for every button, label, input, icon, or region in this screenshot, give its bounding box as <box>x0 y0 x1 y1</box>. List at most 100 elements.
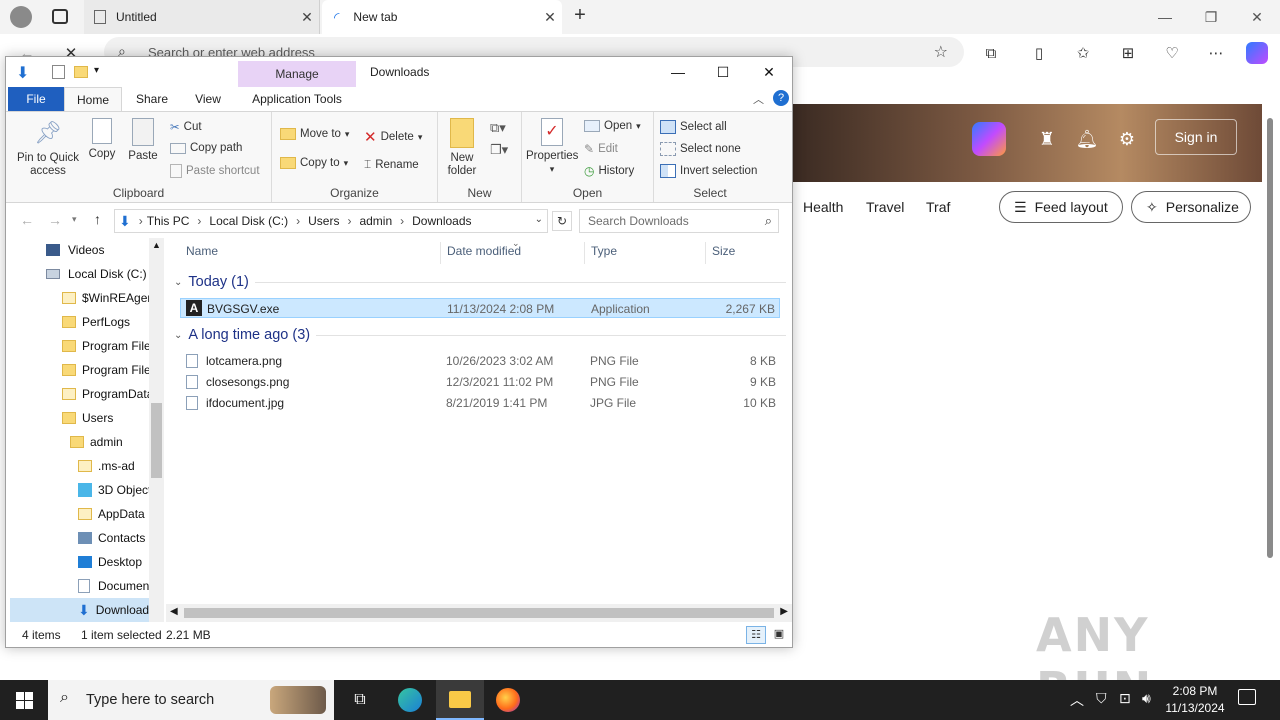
select-all-button[interactable]: Select all <box>660 120 727 134</box>
close-icon[interactable]: ✕ <box>538 9 562 26</box>
horizontal-scrollbar-thumb[interactable] <box>184 608 774 618</box>
file-row[interactable]: ifdocument.jpg 8/21/2019 1:41 PM JPG Fil… <box>180 393 780 413</box>
nav-link-health[interactable]: Health <box>803 199 843 215</box>
tab-file[interactable]: File <box>8 87 64 111</box>
help-icon[interactable]: ? <box>773 90 789 106</box>
tree-item-perflogs[interactable]: PerfLogs <box>62 310 130 334</box>
close-window-icon[interactable]: ✕ <box>746 59 792 85</box>
sign-in-button[interactable]: Sign in <box>1155 119 1237 155</box>
file-row[interactable]: closesongs.png 12/3/2021 11:02 PM PNG Fi… <box>180 372 780 392</box>
tree-item-programdata[interactable]: ProgramData <box>62 382 153 406</box>
page-scrollbar-thumb[interactable] <box>1267 118 1273 558</box>
crumb-local-disk[interactable]: Local Disk (C:) <box>209 214 288 228</box>
file-explorer-taskbar-button[interactable] <box>436 680 484 720</box>
notifications-icon[interactable]: 🔔︎ <box>1075 127 1099 151</box>
details-view-icon[interactable]: ☷ <box>746 626 766 644</box>
open-button[interactable]: Open ▾ <box>584 120 641 132</box>
large-icons-view-icon[interactable]: ▣ <box>770 626 788 644</box>
history-button[interactable]: ◷ History <box>584 164 634 178</box>
nav-pane-scrollbar[interactable]: ▲ <box>149 238 164 622</box>
taskbar-search-box[interactable]: ⌕ Type here to search <box>48 680 334 720</box>
tree-item-appdata[interactable]: AppData <box>78 502 145 526</box>
tree-item-admin[interactable]: admin <box>70 430 123 454</box>
forward-arrow-icon[interactable]: → <box>48 212 62 228</box>
tab-share[interactable]: Share <box>126 87 178 111</box>
invert-selection-button[interactable]: Invert selection <box>660 164 757 178</box>
feed-layout-button[interactable]: ☰ Feed layout <box>999 191 1123 223</box>
qat-dropdown-icon[interactable]: ▾ <box>94 65 99 76</box>
favorite-star-icon[interactable]: ☆ <box>934 42 948 62</box>
edit-button[interactable]: ✎ Edit <box>584 142 618 156</box>
tree-item-local-disk[interactable]: Local Disk (C:) <box>46 262 147 286</box>
tab-home[interactable]: Home <box>64 87 122 111</box>
favorites-icon[interactable]: ✩ <box>1072 42 1094 64</box>
system-clock[interactable]: 2:08 PM 11/13/2024 <box>1160 683 1230 717</box>
task-view-button[interactable]: ⧉ <box>336 680 384 720</box>
close-icon[interactable]: ✕ <box>295 9 319 26</box>
tree-item-winreagent[interactable]: $WinREAgent <box>62 286 157 310</box>
tree-item-ms-ad[interactable]: .ms-ad <box>78 454 135 478</box>
minimize-icon[interactable]: — <box>655 59 701 85</box>
crumb-this-pc[interactable]: This PC <box>147 214 190 228</box>
column-name[interactable]: Name <box>186 244 218 258</box>
minimize-icon[interactable]: — <box>1142 0 1188 34</box>
split-screen-icon[interactable]: ▯ <box>1028 42 1050 64</box>
collections-icon[interactable]: ⊞ <box>1117 42 1139 64</box>
pin-to-quick-access-button[interactable]: 📌︎ Pin to Quick access <box>12 118 84 178</box>
browser-essentials-icon[interactable]: ♡ <box>1161 42 1183 64</box>
column-type[interactable]: Type <box>591 244 617 258</box>
group-header-today[interactable]: ⌄ Today (1) <box>174 274 786 290</box>
more-menu-icon[interactable]: ⋯ <box>1205 42 1227 64</box>
tab-actions-icon[interactable] <box>52 9 68 24</box>
group-header-long-ago[interactable]: ⌄ A long time ago (3) <box>174 327 786 343</box>
tree-item-documents[interactable]: Documents <box>78 574 159 598</box>
tree-item-program-files[interactable]: Program Files <box>62 334 157 358</box>
new-folder-qat-icon[interactable] <box>74 66 88 78</box>
edge-taskbar-button[interactable] <box>386 680 434 720</box>
scroll-left-arrow-icon[interactable]: ◀ <box>170 606 178 617</box>
start-button[interactable] <box>0 680 48 720</box>
copilot-logo-icon[interactable] <box>972 122 1006 156</box>
show-hidden-icons-icon[interactable]: ︿ <box>1070 690 1084 710</box>
network-icon[interactable]: ⊡ <box>1119 690 1131 707</box>
page-scrollbar[interactable] <box>1262 104 1280 674</box>
tree-item-downloads[interactable]: ⬇ Downloads <box>10 598 155 622</box>
quick-access-download-icon[interactable]: ⬇ <box>16 63 29 83</box>
file-row[interactable]: A BVGSGV.exe 11/13/2024 2:08 PM Applicat… <box>180 298 780 318</box>
nav-pane-scrollbar-thumb[interactable] <box>151 403 162 478</box>
crumb-downloads[interactable]: Downloads <box>412 214 471 228</box>
paste-button[interactable]: Paste <box>124 118 162 163</box>
cut-button[interactable]: ✂ Cut <box>170 120 202 134</box>
delete-button[interactable]: ✕ Delete ▾ <box>364 128 422 146</box>
column-size[interactable]: Size <box>712 244 735 258</box>
volume-icon[interactable]: 🔊︎ <box>1142 690 1151 707</box>
scroll-right-arrow-icon[interactable]: ▶ <box>780 606 788 617</box>
crumb-users[interactable]: Users <box>308 214 339 228</box>
nav-link-traffic[interactable]: Traf <box>926 199 950 215</box>
copilot-icon[interactable] <box>1246 42 1268 64</box>
tree-item-3d-objects[interactable]: 3D Objects <box>78 478 157 502</box>
extensions-icon[interactable]: ⧉ <box>980 42 1002 64</box>
address-dropdown-icon[interactable]: ⌄ <box>535 214 543 225</box>
select-none-button[interactable]: Select none <box>660 142 741 156</box>
maximize-icon[interactable]: ☐ <box>700 59 746 85</box>
file-row[interactable]: lotcamera.png 10/26/2023 3:02 AM PNG Fil… <box>180 351 780 371</box>
properties-qat-icon[interactable] <box>52 65 65 79</box>
tab-new-tab[interactable]: ◜ New tab ✕ <box>322 0 562 34</box>
new-item-icon[interactable]: ⧉▾ <box>490 120 506 136</box>
restore-icon[interactable]: ❐ <box>1188 0 1234 34</box>
paste-shortcut-button[interactable]: Paste shortcut <box>170 164 260 178</box>
tree-item-videos[interactable]: Videos <box>46 238 104 262</box>
tree-item-program-files-x86[interactable]: Program Files <box>62 358 157 382</box>
rewards-icon[interactable]: ♜ <box>1035 127 1059 151</box>
column-date-modified[interactable]: Date modified <box>447 244 521 258</box>
notifications-icon[interactable] <box>1238 689 1256 705</box>
tree-item-desktop[interactable]: Desktop <box>78 550 142 574</box>
easy-access-icon[interactable]: ❒▾ <box>490 142 508 158</box>
tree-item-contacts[interactable]: Contacts <box>78 526 145 550</box>
crumb-admin[interactable]: admin <box>359 214 392 228</box>
profile-icon[interactable] <box>10 6 32 28</box>
scroll-up-arrow-icon[interactable]: ▲ <box>152 240 161 250</box>
manage-context-tab[interactable]: Manage <box>238 61 356 87</box>
refresh-icon[interactable]: ↻ <box>552 211 572 231</box>
